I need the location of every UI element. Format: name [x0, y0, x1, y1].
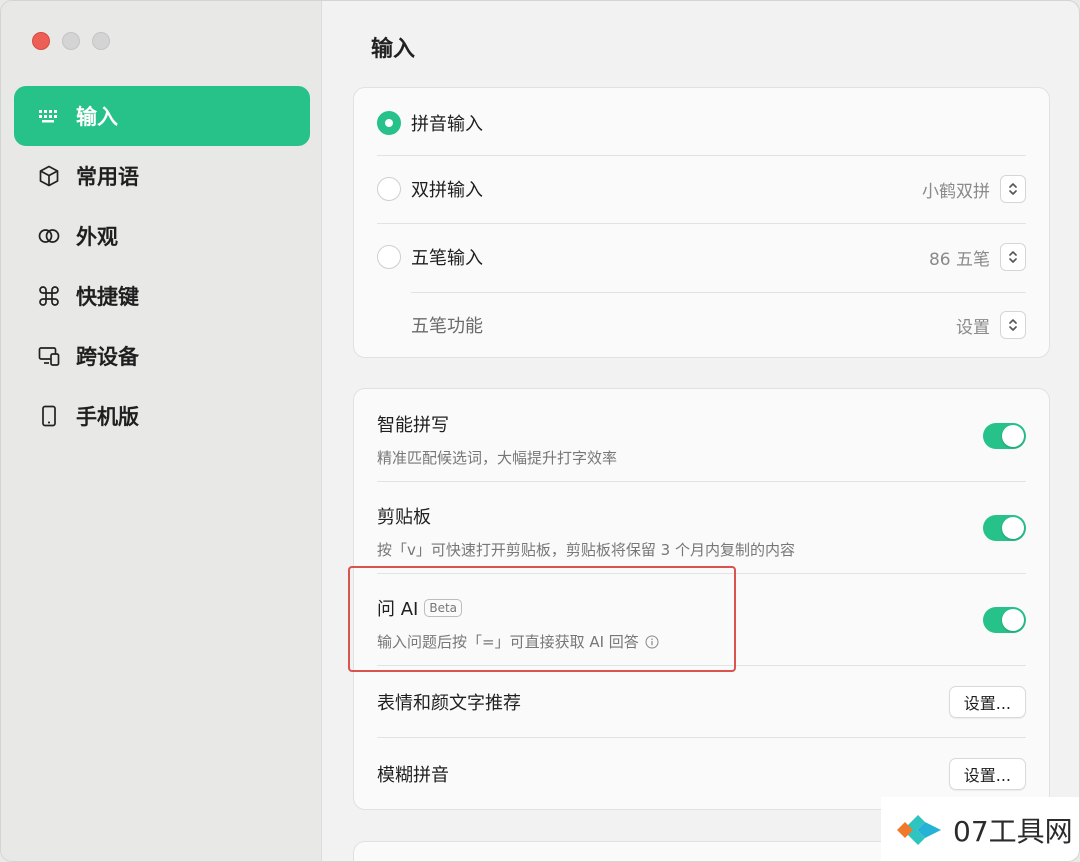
fuzzy-option: 模糊拼音 设置...: [377, 757, 1026, 791]
smart-spell-title: 智能拼写: [377, 415, 449, 436]
sidebar: 输入 常用语 外观 快捷键 跨设备 手机版: [1, 1, 322, 861]
sidebar-item-label: 手机版: [76, 405, 139, 429]
settings-window: 输入 常用语 外观 快捷键 跨设备 手机版 输入 拼音输入 双拼输入 小鹤双拼 …: [0, 0, 1080, 862]
sidebar-item-phrases[interactable]: 常用语: [14, 146, 310, 206]
watermark-text: 07工具网: [953, 815, 1073, 848]
minimize-window-button[interactable]: [62, 32, 80, 50]
sidebar-item-mobile[interactable]: 手机版: [14, 386, 310, 446]
sidebar-item-appearance[interactable]: 外观: [14, 206, 310, 266]
wubi-features-select[interactable]: 设置: [956, 311, 1026, 339]
chevron-updown-icon[interactable]: [1000, 175, 1026, 203]
clipboard-option: 剪贴板 按「v」可快速打开剪贴板，剪贴板将保留 3 个月内复制的内容: [377, 503, 1026, 559]
sidebar-item-label: 常用语: [76, 165, 139, 189]
clipboard-desc: 按「v」可快速打开剪贴板，剪贴板将保留 3 个月内复制的内容: [377, 541, 795, 559]
wubi-radio[interactable]: [377, 245, 401, 269]
pinyin-label: 拼音输入: [411, 114, 483, 135]
page-title: 输入: [371, 37, 416, 62]
smart-spell-option: 智能拼写 精准匹配候选词，大幅提升打字效率: [377, 411, 1026, 467]
emoji-settings-button[interactable]: 设置...: [948, 686, 1026, 718]
keyboard-icon: [36, 103, 62, 129]
close-window-button[interactable]: [32, 32, 50, 50]
shuangpin-value: 小鹤双拼: [922, 181, 990, 202]
pinyin-radio[interactable]: [377, 111, 401, 135]
sidebar-item-label: 跨设备: [76, 345, 139, 369]
sidebar-nav: 输入 常用语 外观 快捷键 跨设备 手机版: [14, 86, 310, 446]
divider: [377, 155, 1026, 156]
chevron-updown-icon[interactable]: [1000, 243, 1026, 271]
cube-icon: [36, 163, 62, 189]
sidebar-item-input[interactable]: 输入: [14, 86, 310, 146]
clipboard-title: 剪贴板: [377, 507, 431, 528]
shuangpin-radio[interactable]: [377, 177, 401, 201]
sidebar-item-label: 输入: [76, 105, 118, 129]
divider: [377, 481, 1026, 482]
chevron-updown-icon[interactable]: [1000, 311, 1026, 339]
watermark-logo: [897, 815, 941, 845]
wubi-option[interactable]: 五笔输入 86 五笔: [377, 242, 1026, 272]
rings-icon: [36, 223, 62, 249]
clipboard-toggle[interactable]: [983, 515, 1026, 541]
window-controls: [32, 32, 110, 50]
emoji-title: 表情和颜文字推荐: [377, 693, 521, 714]
divider: [411, 292, 1026, 293]
sidebar-item-devices[interactable]: 跨设备: [14, 326, 310, 386]
wubi-label: 五笔输入: [411, 248, 483, 269]
shuangpin-label: 双拼输入: [411, 180, 483, 201]
main-panel: 输入 拼音输入 双拼输入 小鹤双拼 五笔输入 86 五笔 五笔功能 设置 智能拼…: [323, 1, 1079, 861]
input-method-card: 拼音输入 双拼输入 小鹤双拼 五笔输入 86 五笔 五笔功能 设置: [353, 87, 1050, 358]
shuangpin-option[interactable]: 双拼输入 小鹤双拼: [377, 174, 1026, 204]
command-icon: [36, 283, 62, 309]
divider: [377, 223, 1026, 224]
sidebar-item-label: 外观: [76, 225, 118, 249]
wubi-features-row: 五笔功能 设置: [411, 310, 1026, 340]
smart-spell-toggle[interactable]: [983, 423, 1026, 449]
ask-ai-toggle[interactable]: [983, 607, 1026, 633]
divider: [377, 737, 1026, 738]
wubi-value: 86 五笔: [928, 249, 990, 270]
sidebar-item-shortcuts[interactable]: 快捷键: [14, 266, 310, 326]
devices-icon: [36, 343, 62, 369]
wubi-features-label: 五笔功能: [411, 316, 483, 337]
shuangpin-select[interactable]: 小鹤双拼: [922, 175, 1026, 203]
sidebar-item-label: 快捷键: [76, 285, 139, 309]
phone-icon: [36, 403, 62, 429]
highlight-box: [348, 566, 736, 672]
watermark: 07工具网: [881, 797, 1079, 861]
wubi-features-value: 设置: [956, 317, 990, 338]
zoom-window-button[interactable]: [92, 32, 110, 50]
fuzzy-title: 模糊拼音: [377, 765, 449, 786]
fuzzy-settings-button[interactable]: 设置...: [948, 758, 1026, 790]
pinyin-option[interactable]: 拼音输入: [377, 108, 1026, 138]
emoji-option: 表情和颜文字推荐 设置...: [377, 685, 1026, 719]
smart-spell-desc: 精准匹配候选词，大幅提升打字效率: [377, 449, 618, 467]
wubi-select[interactable]: 86 五笔: [929, 243, 1026, 271]
